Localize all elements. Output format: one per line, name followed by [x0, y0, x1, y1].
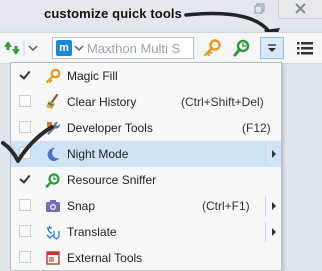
menu-separator: [265, 222, 266, 242]
checkbox-clear-history[interactable]: [19, 95, 31, 107]
menu-separator: [265, 144, 266, 164]
checkbox-external-tools[interactable]: [19, 251, 31, 263]
key-icon: [46, 68, 61, 83]
menu-item-label: Translate: [67, 225, 117, 239]
hamburger-menu-icon[interactable]: [296, 39, 314, 57]
menu-item-shortcut: (Ctrl+Shift+Del): [181, 95, 264, 109]
menu-item-resource-sniffer[interactable]: Resource Sniffer: [11, 167, 281, 193]
menu-item-label: Developer Tools: [67, 121, 153, 135]
history-nav-button[interactable]: [2, 37, 40, 59]
sniffer-icon: [45, 173, 60, 188]
menu-item-developer-tools[interactable]: Developer Tools (F12): [11, 115, 281, 141]
submenu-arrow-icon[interactable]: [272, 202, 276, 210]
customize-quick-tools-button[interactable]: [260, 37, 284, 59]
menu-item-label: Magic Fill: [67, 69, 118, 83]
broom-icon: [46, 94, 59, 109]
menu-item-label: Night Mode: [67, 147, 129, 161]
menu-item-translate[interactable]: Translate: [11, 219, 281, 245]
menu-item-label: Snap: [67, 199, 96, 213]
external-tools-icon: [46, 251, 60, 265]
menu-down-icon: [268, 44, 276, 52]
menu-item-external-tools[interactable]: External Tools: [11, 245, 281, 271]
quick-tools-menu: Magic Fill Clear History (Ctrl+Shift+Del…: [10, 62, 282, 270]
checkbox-translate[interactable]: [19, 225, 31, 237]
address-bar[interactable]: m Maxthon Multi S: [52, 37, 194, 59]
close-icon: [295, 3, 306, 14]
menu-item-snap[interactable]: Snap (Ctrl+F1): [11, 193, 281, 219]
camera-icon: [46, 200, 60, 212]
menu-item-shortcut: (Ctrl+F1): [202, 199, 250, 213]
checkbox-developer-tools[interactable]: [19, 121, 31, 133]
checkbox-snap[interactable]: [19, 199, 31, 211]
magic-fill-key-icon[interactable]: [203, 39, 221, 57]
submenu-arrow-icon[interactable]: [272, 228, 276, 236]
menu-item-label: Clear History: [67, 95, 137, 109]
menu-item-night-mode[interactable]: Night Mode: [11, 141, 281, 167]
resource-sniffer-icon[interactable]: [232, 38, 252, 58]
wrench-icon: [47, 121, 61, 135]
submenu-arrow-icon[interactable]: [272, 150, 276, 158]
menu-item-clear-history[interactable]: Clear History (Ctrl+Shift+Del): [11, 89, 281, 115]
moon-icon: [47, 147, 60, 161]
maxthon-logo-icon: m: [56, 40, 72, 56]
close-button[interactable]: [278, 0, 322, 19]
checkbox-magic-fill[interactable]: [19, 69, 31, 81]
menu-separator: [265, 196, 266, 216]
restore-icon: [254, 3, 265, 14]
address-text: Maxthon Multi S: [87, 41, 181, 56]
restore-button[interactable]: [246, 0, 272, 18]
translate-icon: [46, 226, 60, 240]
toolbar: m Maxthon Multi S: [0, 32, 322, 64]
checkbox-resource-sniffer[interactable]: [19, 173, 31, 185]
menu-item-shortcut: (F12): [242, 121, 271, 135]
menu-item-label: Resource Sniffer: [67, 173, 157, 187]
menu-item-label: External Tools: [67, 251, 143, 265]
chevron-down-icon[interactable]: [74, 40, 84, 56]
nav-arrows-icon: [4, 40, 38, 56]
menu-item-magic-fill[interactable]: Magic Fill: [11, 63, 281, 89]
checkbox-night-mode[interactable]: [19, 147, 31, 159]
